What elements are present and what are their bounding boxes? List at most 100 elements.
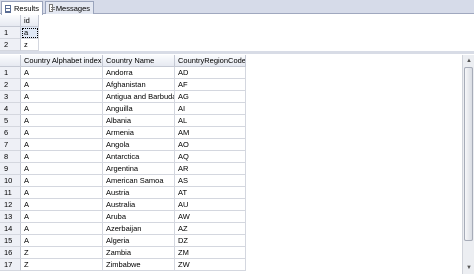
country-region-code-cell[interactable]: AT (175, 187, 246, 199)
country-name-cell[interactable]: American Samoa (103, 175, 175, 187)
table-row[interactable]: 1 A Andorra AD (0, 67, 462, 79)
country-region-code-cell[interactable]: AF (175, 79, 246, 91)
country-name-cell[interactable]: Australia (103, 199, 175, 211)
country-alphabet-index-cell[interactable]: A (21, 211, 103, 223)
country-name-cell[interactable]: Azerbaijan (103, 223, 175, 235)
country-region-code-cell[interactable]: AR (175, 163, 246, 175)
column-header-country-name[interactable]: Country Name (103, 55, 175, 67)
country-name-cell[interactable]: Albania (103, 115, 175, 127)
grid1-column-header-id[interactable]: id (21, 15, 39, 27)
country-region-code-cell[interactable]: AD (175, 67, 246, 79)
table-row[interactable]: 5 A Albania AL (0, 115, 462, 127)
row-number[interactable]: 1 (0, 67, 21, 79)
country-alphabet-index-cell[interactable]: A (21, 223, 103, 235)
country-alphabet-index-cell[interactable]: A (21, 91, 103, 103)
table-row[interactable]: 6 A Armenia AM (0, 127, 462, 139)
country-region-code-cell[interactable]: AM (175, 127, 246, 139)
table-row[interactable]: 16 Z Zambia ZM (0, 247, 462, 259)
table-row[interactable]: 9 A Argentina AR (0, 163, 462, 175)
grid-splitter[interactable] (0, 51, 474, 54)
scroll-up-arrow-icon[interactable]: ▲ (464, 56, 474, 66)
row-number[interactable]: 2 (0, 39, 21, 51)
country-name-cell[interactable]: Afghanistan (103, 79, 175, 91)
scrollbar-thumb[interactable] (464, 67, 473, 241)
country-region-code-cell[interactable]: AU (175, 199, 246, 211)
country-region-code-cell[interactable]: DZ (175, 235, 246, 247)
row-number[interactable]: 7 (0, 139, 21, 151)
table-row[interactable]: 14 A Azerbaijan AZ (0, 223, 462, 235)
table-row[interactable]: 1 a (0, 27, 474, 39)
country-name-cell[interactable]: Andorra (103, 67, 175, 79)
row-number[interactable]: 2 (0, 79, 21, 91)
country-alphabet-index-cell[interactable]: A (21, 115, 103, 127)
table-row[interactable]: 17 Z Zimbabwe ZW (0, 259, 462, 271)
row-number[interactable]: 13 (0, 211, 21, 223)
row-number[interactable]: 3 (0, 91, 21, 103)
row-number[interactable]: 11 (0, 187, 21, 199)
row-number[interactable]: 8 (0, 151, 21, 163)
table-row[interactable]: 8 A Antarctica AQ (0, 151, 462, 163)
column-header-country-alphabet-index[interactable]: Country Alphabet index (21, 55, 103, 67)
country-alphabet-index-cell[interactable]: A (21, 199, 103, 211)
tab-messages[interactable]: Messages (45, 1, 94, 14)
row-number[interactable]: 16 (0, 247, 21, 259)
country-alphabet-index-cell[interactable]: A (21, 163, 103, 175)
grid1-corner-cell[interactable] (0, 15, 21, 27)
country-alphabet-index-cell[interactable]: A (21, 235, 103, 247)
table-row[interactable]: 10 A American Samoa AS (0, 175, 462, 187)
country-region-code-cell[interactable]: AW (175, 211, 246, 223)
table-row[interactable]: 12 A Australia AU (0, 199, 462, 211)
country-name-cell[interactable]: Antigua and Barbuda (103, 91, 175, 103)
country-name-cell[interactable]: Armenia (103, 127, 175, 139)
country-name-cell[interactable]: Austria (103, 187, 175, 199)
row-number[interactable]: 12 (0, 199, 21, 211)
row-number[interactable]: 4 (0, 103, 21, 115)
vertical-scrollbar[interactable]: ▲ ▼ (462, 55, 474, 274)
column-header-country-region-code[interactable]: CountryRegionCode (175, 55, 246, 67)
grid-cell[interactable]: a (21, 27, 39, 39)
table-row[interactable]: 4 A Anguilla AI (0, 103, 462, 115)
row-number[interactable]: 17 (0, 259, 21, 271)
country-alphabet-index-cell[interactable]: A (21, 79, 103, 91)
country-region-code-cell[interactable]: ZW (175, 259, 246, 271)
table-row[interactable]: 13 A Aruba AW (0, 211, 462, 223)
country-alphabet-index-cell[interactable]: A (21, 103, 103, 115)
country-alphabet-index-cell[interactable]: A (21, 139, 103, 151)
country-name-cell[interactable]: Zambia (103, 247, 175, 259)
table-row[interactable]: 2 z (0, 39, 474, 51)
row-number[interactable]: 14 (0, 223, 21, 235)
country-region-code-cell[interactable]: AO (175, 139, 246, 151)
row-number[interactable]: 5 (0, 115, 21, 127)
table-row[interactable]: 3 A Antigua and Barbuda AG (0, 91, 462, 103)
country-name-cell[interactable]: Zimbabwe (103, 259, 175, 271)
country-region-code-cell[interactable]: AQ (175, 151, 246, 163)
row-number[interactable]: 1 (0, 27, 21, 39)
row-number[interactable]: 9 (0, 163, 21, 175)
country-name-cell[interactable]: Argentina (103, 163, 175, 175)
row-number[interactable]: 15 (0, 235, 21, 247)
row-number[interactable]: 6 (0, 127, 21, 139)
country-alphabet-index-cell[interactable]: Z (21, 259, 103, 271)
country-region-code-cell[interactable]: AI (175, 103, 246, 115)
country-region-code-cell[interactable]: AG (175, 91, 246, 103)
table-row[interactable]: 15 A Algeria DZ (0, 235, 462, 247)
country-alphabet-index-cell[interactable]: Z (21, 247, 103, 259)
country-name-cell[interactable]: Anguilla (103, 103, 175, 115)
country-alphabet-index-cell[interactable]: A (21, 127, 103, 139)
country-region-code-cell[interactable]: AS (175, 175, 246, 187)
country-name-cell[interactable]: Angola (103, 139, 175, 151)
country-name-cell[interactable]: Algeria (103, 235, 175, 247)
country-region-code-cell[interactable]: AZ (175, 223, 246, 235)
row-number[interactable]: 10 (0, 175, 21, 187)
table-row[interactable]: 11 A Austria AT (0, 187, 462, 199)
grid-cell[interactable]: z (21, 39, 39, 51)
tab-results[interactable]: Results (1, 1, 43, 15)
country-alphabet-index-cell[interactable]: A (21, 67, 103, 79)
country-alphabet-index-cell[interactable]: A (21, 151, 103, 163)
country-region-code-cell[interactable]: AL (175, 115, 246, 127)
scroll-down-arrow-icon[interactable]: ▼ (464, 263, 474, 273)
country-alphabet-index-cell[interactable]: A (21, 175, 103, 187)
country-alphabet-index-cell[interactable]: A (21, 187, 103, 199)
country-name-cell[interactable]: Antarctica (103, 151, 175, 163)
grid2-corner-cell[interactable] (0, 55, 21, 67)
